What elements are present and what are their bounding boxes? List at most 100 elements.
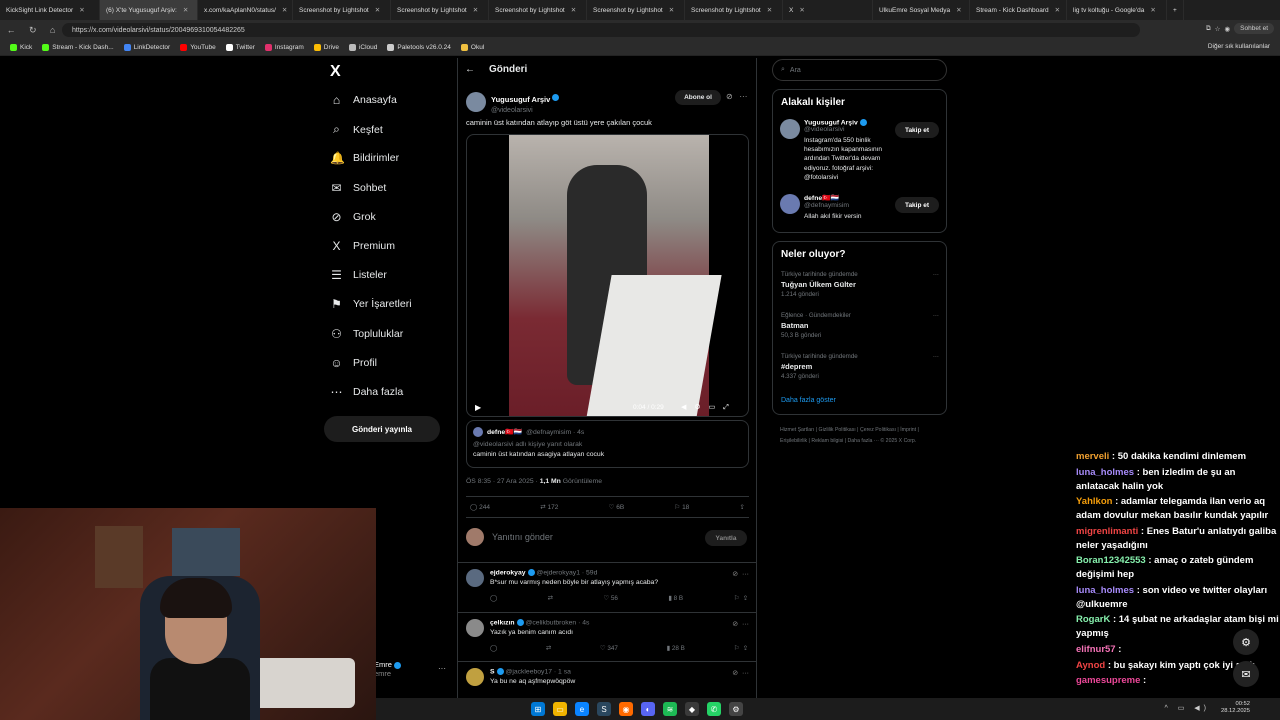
sidebar-item[interactable]: ✉ Sohbet — [330, 181, 386, 195]
video-player[interactable]: ▶ 0:04 / 0:29 ◀⚙▭⤢ — [466, 134, 749, 417]
extensions-icon[interactable]: ⧉ — [1206, 25, 1211, 33]
browser-tab[interactable]: UlkuEmre Sosyal Medya ✕ — [873, 0, 970, 20]
post-button[interactable]: Gönderi yayınla — [324, 416, 440, 442]
sidebar-item[interactable]: X Premium — [330, 239, 395, 253]
bookmark-item[interactable]: iCloud — [348, 44, 377, 51]
close-icon[interactable]: ✕ — [1055, 6, 1060, 14]
home-icon[interactable]: ⌂ — [50, 25, 55, 36]
start-icon[interactable]: ⊞ — [531, 702, 545, 716]
chat-username[interactable]: gamesupreme — [1076, 675, 1140, 686]
reply-name[interactable]: S — [490, 668, 495, 675]
grok-icon[interactable]: ⊘ — [726, 92, 733, 101]
chat-username[interactable]: RogarK — [1076, 614, 1110, 625]
person-name[interactable]: defne🇹🇷🇳🇱 — [804, 195, 839, 202]
sidebar-item[interactable]: ⌕ Keşfet — [330, 122, 383, 137]
new-tab-button[interactable]: + — [1167, 0, 1184, 20]
volume-icon[interactable]: ◀ — [681, 404, 694, 411]
close-icon[interactable]: ✕ — [571, 6, 576, 14]
url-field[interactable]: https://x.com/videolarsivi/status/200496… — [62, 23, 1140, 37]
close-icon[interactable]: ✕ — [79, 6, 84, 14]
chat-username[interactable]: merveli — [1076, 451, 1109, 462]
related-person[interactable]: defne🇹🇷🇳🇱 @defnaymisim Allah akıl fikir ve… — [780, 194, 899, 221]
browser-tab[interactable]: Screenshot by Lightshot ✕ — [685, 0, 783, 20]
trend-item[interactable]: Türkiye tarihinde gündemde #deprem 4.337 g… — [781, 353, 941, 380]
close-icon[interactable]: ✕ — [473, 6, 478, 14]
account-more-icon[interactable]: ··· — [438, 664, 446, 673]
related-person[interactable]: Yugusuguf Arşiv @videolarsivi Instagram'da… — [780, 119, 899, 182]
like-action[interactable]: ♡ 6B — [609, 503, 625, 511]
retweet-icon[interactable]: ⇄ — [548, 595, 553, 602]
close-icon[interactable]: ✕ — [282, 6, 287, 14]
chat-username[interactable]: Aynod — [1076, 660, 1105, 671]
other-bookmarks[interactable]: Diğer sık kullanılanlar — [1208, 43, 1270, 50]
bookmark-item[interactable]: Okul — [460, 44, 484, 51]
spotify-icon[interactable]: ≋ — [663, 702, 677, 716]
close-icon[interactable]: ✕ — [375, 6, 380, 14]
browser-tab[interactable]: (6) X'te Yugusuguf Arşiv: ✕ — [100, 0, 198, 20]
browser-tab[interactable]: Screenshot by Lightshot ✕ — [587, 0, 685, 20]
avatar[interactable] — [466, 619, 484, 637]
more-icon[interactable]: ⊘ ··· — [732, 669, 749, 677]
follow-button[interactable]: Takip et — [895, 122, 939, 138]
chat-username[interactable]: luna_holmes — [1076, 467, 1134, 478]
bookmark-icon[interactable]: ⚐ ⇪ — [734, 595, 748, 602]
system-tray-icons[interactable]: ^ ▭ ◀) — [1164, 704, 1210, 712]
video-frame[interactable] — [509, 135, 722, 416]
search-input[interactable]: ⌕ Ara — [772, 59, 947, 81]
sidebar-item[interactable]: ⊘ Grok — [330, 210, 375, 224]
more-icon[interactable]: ⊘ ··· — [732, 620, 749, 628]
bookmark-icon[interactable]: ⚐ ⇪ — [734, 645, 748, 652]
bookmark-item[interactable]: Drive — [313, 44, 339, 51]
back-arrow-icon[interactable]: ← — [465, 64, 475, 75]
sidebar-item[interactable]: ⚇ Topluluklar — [330, 327, 403, 341]
retweet-icon[interactable]: ⇄ — [546, 645, 551, 652]
more-icon[interactable]: ··· — [933, 353, 939, 360]
profile-icon[interactable]: ◉ — [1225, 25, 1231, 33]
post-time[interactable]: ÖS 8:35 · 27 Ara 2025 · — [466, 478, 540, 485]
bookmark-star-icon[interactable]: ☆ — [1215, 25, 1221, 33]
chat-mail-icon[interactable]: ✉ — [1233, 661, 1259, 687]
bookmark-item[interactable]: Stream - Kick Dash... — [42, 44, 114, 51]
sidebar-item[interactable]: ☺ Profil — [330, 356, 377, 370]
author-name[interactable]: Yugusuguf Arşiv — [491, 95, 550, 104]
pip-icon[interactable]: ▭ — [709, 404, 724, 411]
bookmark-item[interactable]: Twitter — [225, 44, 255, 51]
edge-icon[interactable]: e — [575, 702, 589, 716]
avatar[interactable] — [780, 119, 800, 139]
post-author[interactable]: Yugusuguf Arşiv @videolarsivi — [466, 89, 560, 114]
bookmark-item[interactable]: Instagram — [264, 44, 304, 51]
more-icon[interactable]: ⊘ ··· — [732, 570, 749, 578]
close-icon[interactable]: ✕ — [956, 6, 961, 14]
browser-tab[interactable]: Screenshot by Lightshot ✕ — [489, 0, 587, 20]
bookmark-item[interactable]: Paletools v26.0.24 — [387, 44, 451, 51]
file-explorer-icon[interactable]: ▭ — [553, 702, 567, 716]
avatar[interactable] — [466, 569, 484, 587]
sidebar-item[interactable]: 🔔 Bildirimler — [330, 151, 399, 165]
chat-username[interactable]: luna_holmes — [1076, 585, 1134, 596]
show-more-link[interactable]: Daha fazla göster — [781, 397, 836, 404]
x-logo[interactable]: X — [330, 63, 341, 81]
avatar[interactable] — [466, 91, 486, 112]
browser-tab[interactable]: Screenshot by Lightshot ✕ — [391, 0, 489, 20]
chat-username[interactable]: elifnur57 — [1076, 644, 1116, 655]
sidebar-item[interactable]: ⋯ Daha fazla — [330, 385, 404, 399]
avatar[interactable] — [780, 194, 800, 214]
chat-username[interactable]: Boran12342553 — [1076, 555, 1146, 566]
browser-tab[interactable]: Stream - Kick Dashboard ✕ — [970, 0, 1067, 20]
bookmark-action[interactable]: ⚐ 18 — [674, 503, 689, 511]
quoted-reply[interactable]: defne🇹🇷🇳🇱 @defnaymisim · 4s @videolarsiv… — [466, 420, 749, 468]
sidebar-item[interactable]: ⚑ Yer İşaretleri — [330, 297, 411, 311]
person-name[interactable]: Yugusuguf Arşiv — [804, 119, 858, 126]
follow-button[interactable]: Takip et — [895, 197, 939, 213]
footer-links[interactable]: Hizmet Şartları | Gizlilik Politikası | … — [780, 425, 945, 448]
app-icon[interactable]: ◆ — [685, 702, 699, 716]
chat-username[interactable]: Yahlkon — [1076, 496, 1112, 507]
views-action[interactable]: ▮ 8 B — [668, 595, 683, 602]
whatsapp-icon[interactable]: ✆ — [707, 702, 721, 716]
reply-item[interactable]: S @jackleeboy17 · 1 sa Ya bu ne aq aşfmep… — [458, 661, 757, 698]
sidebar-item[interactable]: ☰ Listeler — [330, 268, 387, 282]
browser-tab[interactable]: lig tv koltuğu - Google'da ✕ — [1067, 0, 1167, 20]
sohbet-et-button[interactable]: Sohbet et — [1234, 23, 1274, 34]
browser-tab[interactable]: KickSight Link Detector ✕ — [0, 0, 100, 20]
avatar[interactable] — [466, 668, 484, 686]
